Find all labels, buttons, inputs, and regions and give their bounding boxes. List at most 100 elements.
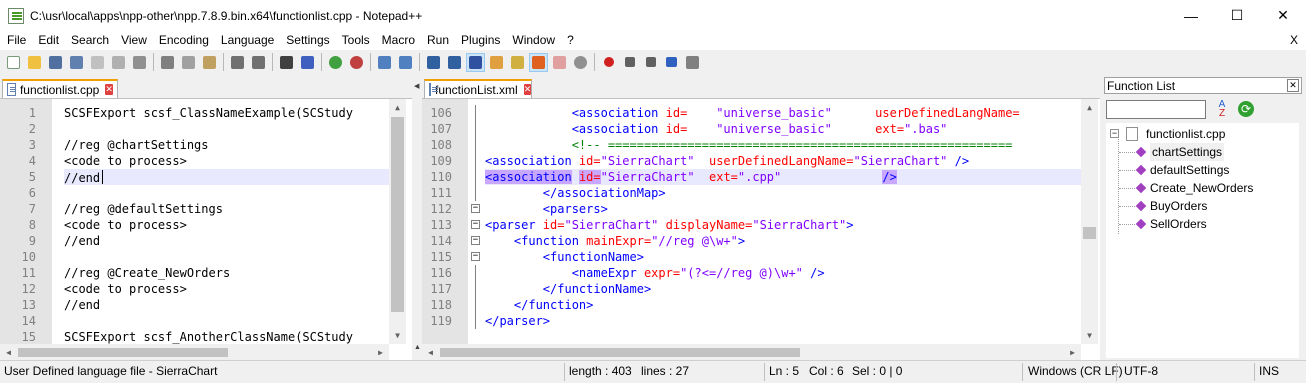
scroll-left-arrow-icon[interactable]: ◀ — [422, 344, 439, 360]
code-line[interactable]: </functionName> — [485, 281, 1081, 297]
close-file-button[interactable] — [89, 54, 106, 71]
code-line[interactable]: <association id= "universe_basic" userDe… — [485, 105, 1081, 121]
code-line[interactable] — [64, 249, 389, 265]
code-line[interactable] — [64, 185, 389, 201]
run-macro-multiple-button[interactable] — [663, 54, 680, 71]
code-area[interactable]: <association id= "universe_basic" userDe… — [485, 99, 1081, 360]
word-wrap-button[interactable] — [425, 54, 442, 71]
view-splitter[interactable]: ◀ ▲ — [412, 74, 422, 360]
code-line[interactable]: <association id="SierraChart" userDefine… — [485, 153, 1081, 169]
function-item[interactable]: SellOrders — [1150, 215, 1207, 233]
menu-edit[interactable]: Edit — [31, 31, 64, 50]
fold-marker[interactable] — [475, 265, 476, 281]
scrollbar-thumb[interactable] — [391, 117, 404, 312]
code-line[interactable]: <!-- ===================================… — [485, 137, 1081, 153]
function-item[interactable]: chartSettings — [1150, 143, 1225, 161]
code-line[interactable]: //end — [64, 233, 389, 249]
vertical-scrollbar[interactable]: ▲ ▼ — [1081, 99, 1098, 344]
tab-close-icon[interactable]: ✕ — [523, 84, 532, 95]
code-line[interactable]: <nameExpr expr="(?<=//reg @)\w+" /> — [485, 265, 1081, 281]
menu-window[interactable]: Window — [505, 31, 560, 50]
code-line[interactable]: <code to process> — [64, 217, 389, 233]
scrollbar-thumb[interactable] — [18, 348, 228, 357]
folder-workspace-button[interactable] — [551, 54, 568, 71]
close-document-button[interactable]: X — [1290, 31, 1298, 50]
right-editor[interactable]: 106 107 108 109 110 111 112 113 114 115 116 117 118 1… — [422, 98, 1100, 360]
code-line[interactable]: //end — [64, 297, 389, 313]
maximize-button[interactable]: ☐ — [1214, 0, 1260, 31]
print-button[interactable] — [131, 54, 148, 71]
undo-button[interactable] — [229, 54, 246, 71]
menu-settings[interactable]: Settings — [279, 31, 334, 50]
function-search-input[interactable] — [1106, 100, 1206, 119]
code-line[interactable] — [64, 121, 389, 137]
close-window-button[interactable]: ✕ — [1260, 0, 1306, 31]
sync-vertical-button[interactable] — [376, 54, 393, 71]
code-line[interactable]: <association id= "universe_basic" ext=".… — [485, 121, 1081, 137]
horizontal-scrollbar[interactable]: ◀ ▶ — [0, 344, 389, 360]
code-line[interactable]: <functionName> — [485, 249, 1081, 265]
horizontal-scrollbar[interactable]: ◀ ▶ — [422, 344, 1081, 360]
open-file-button[interactable] — [26, 54, 43, 71]
find-button[interactable] — [278, 54, 295, 71]
panel-close-icon[interactable]: ✕ — [1287, 79, 1299, 92]
menu-file[interactable]: File — [0, 31, 31, 50]
fold-marker[interactable] — [475, 137, 476, 153]
save-button[interactable] — [47, 54, 64, 71]
scroll-right-arrow-icon[interactable]: ▶ — [372, 344, 389, 360]
minimize-button[interactable]: — — [1168, 0, 1214, 31]
monitoring-button[interactable] — [572, 54, 589, 71]
paste-button[interactable] — [201, 54, 218, 71]
scroll-left-arrow-icon[interactable]: ◀ — [0, 344, 17, 360]
menu-macro[interactable]: Macro — [375, 31, 420, 50]
code-line[interactable]: </associationMap> — [485, 185, 1081, 201]
fold-margin[interactable]: − − − − — [468, 99, 485, 360]
code-line[interactable]: SCSFExport scsf_AnotherClassName(SCStudy — [64, 329, 389, 345]
fold-marker[interactable] — [475, 185, 476, 201]
code-line[interactable]: </parser> — [485, 313, 1081, 329]
fold-marker[interactable]: − — [471, 236, 480, 245]
code-line[interactable]: <code to process> — [64, 153, 389, 169]
fold-marker[interactable] — [475, 313, 476, 329]
function-item[interactable]: BuyOrders — [1150, 197, 1207, 215]
code-line[interactable]: <function mainExpr="//reg @\w+"> — [485, 233, 1081, 249]
sync-horizontal-button[interactable] — [397, 54, 414, 71]
function-item[interactable]: Create_NewOrders — [1150, 179, 1253, 197]
zoom-out-button[interactable] — [348, 54, 365, 71]
fold-marker[interactable] — [475, 121, 476, 137]
show-all-chars-button[interactable] — [446, 54, 463, 71]
udl-button[interactable] — [488, 54, 505, 71]
menu-help[interactable]: ? — [560, 31, 579, 50]
save-all-button[interactable] — [68, 54, 85, 71]
fold-marker[interactable] — [475, 153, 476, 169]
collapse-icon[interactable]: − — [1110, 129, 1119, 138]
fold-marker[interactable]: − — [471, 204, 480, 213]
zoom-in-button[interactable] — [327, 54, 344, 71]
code-line[interactable]: SCSFExport scsf_ClassNameExample(SCStudy — [64, 105, 389, 121]
tab-close-icon[interactable]: ✕ — [105, 84, 113, 95]
scrollbar-thumb[interactable] — [1083, 227, 1096, 239]
code-line[interactable]: //reg @defaultSettings — [64, 201, 389, 217]
code-line[interactable]: <parsers> — [485, 201, 1081, 217]
tree-root-file[interactable]: functionlist.cpp — [1146, 125, 1225, 143]
sort-icon[interactable]: AZ — [1214, 100, 1230, 119]
indent-guide-button[interactable] — [466, 52, 485, 72]
menu-plugins[interactable]: Plugins — [454, 31, 505, 50]
record-macro-button[interactable] — [600, 54, 617, 71]
stop-macro-button[interactable] — [621, 54, 638, 71]
scroll-right-arrow-icon[interactable]: ▶ — [1064, 344, 1081, 360]
scroll-down-arrow-icon[interactable]: ▼ — [389, 327, 406, 344]
menu-encoding[interactable]: Encoding — [152, 31, 214, 50]
menu-tools[interactable]: Tools — [335, 31, 375, 50]
scroll-down-arrow-icon[interactable]: ▼ — [1081, 327, 1098, 344]
code-line[interactable]: </function> — [485, 297, 1081, 313]
tab-functionlist-xml[interactable]: functionList.xml ✕ — [424, 79, 532, 98]
fold-marker[interactable] — [475, 281, 476, 297]
function-list-button[interactable] — [529, 52, 548, 72]
copy-button[interactable] — [180, 54, 197, 71]
code-line[interactable]: <parser id="SierraChart" displayName="Si… — [485, 217, 1081, 233]
new-file-button[interactable] — [5, 54, 22, 71]
code-line[interactable] — [64, 313, 389, 329]
menu-language[interactable]: Language — [214, 31, 279, 50]
code-line[interactable]: //reg @chartSettings — [64, 137, 389, 153]
